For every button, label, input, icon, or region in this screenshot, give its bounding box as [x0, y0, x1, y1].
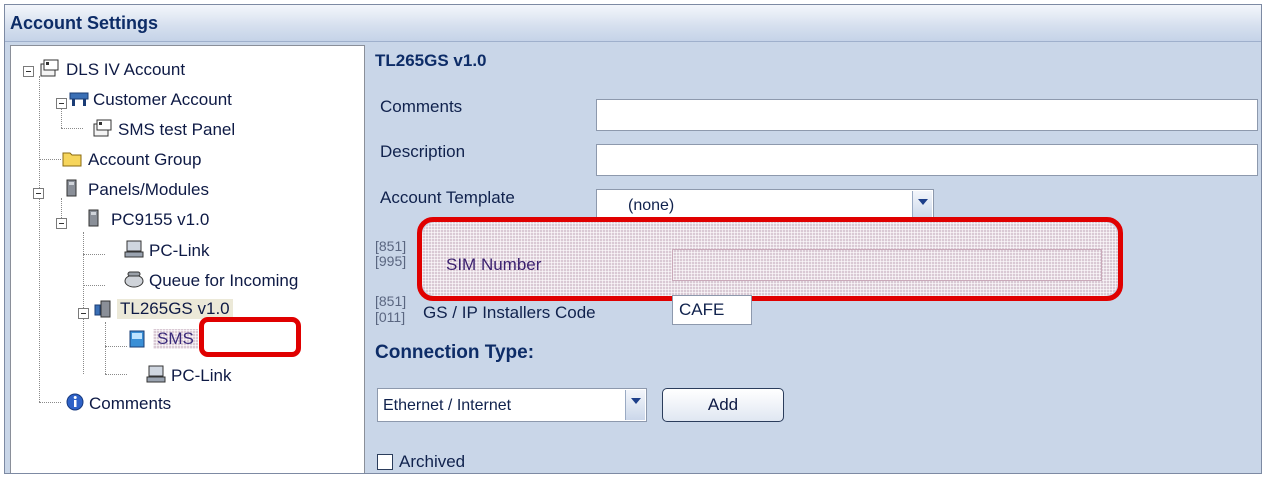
tree-item-panels-modules[interactable]: Panels/Modules [88, 180, 209, 200]
chevron-down-icon[interactable] [912, 191, 932, 219]
archived-label: Archived [399, 452, 466, 471]
computer-icon [146, 365, 166, 383]
code-995: [995] [375, 253, 407, 269]
description-label: Description [380, 142, 466, 161]
tree-item-pc-link-2[interactable]: PC-Link [171, 366, 231, 386]
tree-item-sms[interactable]: SMS [153, 329, 198, 349]
account-settings-window: Account Settings DLS IV Account Customer… [4, 4, 1262, 474]
phone-icon [124, 271, 144, 288]
connection-type-value: Ethernet / Internet [383, 397, 512, 414]
tree-item-pc9155[interactable]: PC9155 v1.0 [111, 210, 209, 230]
collapse-toggle-panels-modules[interactable] [33, 188, 44, 199]
highlight-sim-number [417, 217, 1123, 301]
tree-item-tl265gs[interactable]: TL265GS v1.0 [117, 299, 233, 319]
customer-account-icon [69, 92, 89, 106]
account-tree[interactable]: DLS IV Account Customer Account SMS test… [10, 45, 365, 473]
connection-type-label: Connection Type: [375, 342, 535, 363]
code-851-a: [851] [375, 238, 407, 254]
tree-item-account-group[interactable]: Account Group [88, 150, 201, 170]
comments-label: Comments [380, 97, 463, 116]
installers-code-field[interactable]: CAFE [672, 295, 752, 325]
installers-code-label: GS / IP Installers Code [423, 303, 596, 322]
description-field[interactable] [596, 144, 1258, 176]
title-bar: Account Settings [5, 5, 1261, 42]
chevron-down-icon[interactable] [625, 390, 645, 420]
computer-icon [124, 240, 144, 258]
connection-type-select[interactable]: Ethernet / Internet [377, 388, 647, 422]
collapse-toggle-root[interactable] [23, 66, 34, 77]
folder-icon [62, 152, 82, 167]
tree-item-comments[interactable]: Comments [89, 394, 171, 414]
tree-item-root[interactable]: DLS IV Account [66, 60, 185, 80]
code-851-b: [851] [375, 293, 407, 309]
communicator-icon [94, 300, 111, 318]
settings-panel: TL265GS v1.0 Comments Description Accoun… [370, 45, 1261, 473]
tree-item-queue-incoming[interactable]: Queue for Incoming [149, 271, 298, 291]
account-icon [40, 59, 59, 77]
collapse-toggle-pc9155[interactable] [56, 218, 67, 229]
comments-field[interactable] [596, 99, 1258, 131]
tree-item-sms-test-panel[interactable]: SMS test Panel [118, 120, 235, 140]
highlight-sms [199, 317, 301, 357]
archived-checkbox[interactable] [377, 454, 393, 470]
code-011: [011] [375, 309, 406, 325]
info-icon [66, 393, 84, 411]
window-title: Account Settings [10, 13, 159, 33]
tree-item-customer-account[interactable]: Customer Account [93, 90, 232, 110]
collapse-toggle-customer-account[interactable] [56, 98, 67, 109]
add-button[interactable]: Add [662, 388, 784, 422]
account-template-value: (none) [628, 197, 675, 214]
panel-title: TL265GS v1.0 [375, 51, 487, 70]
modules-icon [66, 179, 77, 197]
collapse-toggle-tl265gs[interactable] [78, 308, 89, 319]
panel-icon [93, 119, 112, 137]
tree-item-pc-link-1[interactable]: PC-Link [149, 241, 209, 261]
account-template-label: Account Template [380, 188, 515, 207]
sms-icon [129, 330, 145, 348]
module-icon [88, 209, 99, 227]
